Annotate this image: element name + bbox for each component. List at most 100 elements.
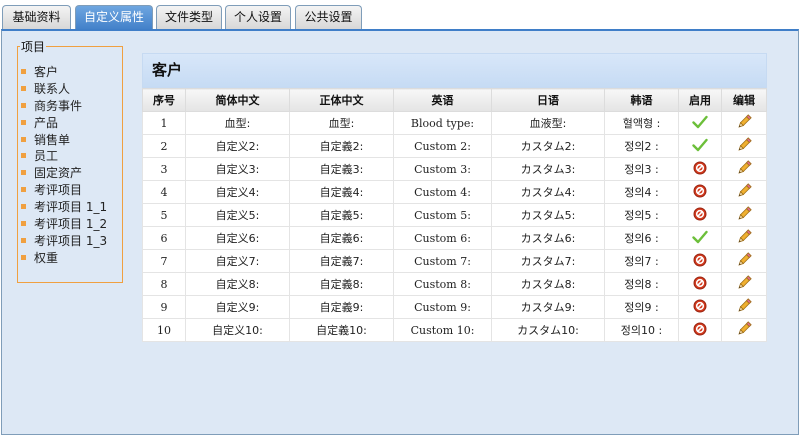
tab-public-settings[interactable]: 公共设置 <box>295 5 362 30</box>
cell-traditional-chinese: 自定義2: <box>289 134 394 158</box>
cell-traditional-chinese: 血型: <box>289 111 394 135</box>
cell-edit <box>721 226 767 250</box>
cell-traditional-chinese: 自定義4: <box>289 180 394 204</box>
col-header-english: 英语 <box>393 88 492 112</box>
pencil-icon[interactable] <box>736 297 752 317</box>
cell-korean: 정의10 : <box>604 318 679 342</box>
cell-no: 9 <box>142 295 186 319</box>
bullet-icon <box>21 237 26 243</box>
pencil-icon[interactable] <box>736 159 752 179</box>
cell-edit <box>721 180 767 204</box>
bullet-icon <box>21 204 26 210</box>
pencil-icon[interactable] <box>736 274 752 294</box>
cell-korean: 정의9 : <box>604 295 679 319</box>
pencil-icon[interactable] <box>736 182 752 202</box>
cell-english: Custom 4: <box>393 180 492 204</box>
nav-item[interactable]: 员工 <box>18 147 122 164</box>
page-title: 客户 <box>142 53 767 88</box>
cell-korean: 정의2 : <box>604 134 679 158</box>
cell-edit <box>721 203 767 227</box>
bullet-icon <box>21 85 26 91</box>
nav-item[interactable]: 固定资产 <box>18 164 122 181</box>
table-row: 5 自定义5: 自定義5: Custom 5: カスタム5: 정의5 : <box>142 203 767 227</box>
cell-enabled <box>678 157 722 181</box>
disabled-icon[interactable] <box>693 161 707 178</box>
cell-traditional-chinese: 自定義3: <box>289 157 394 181</box>
cell-enabled <box>678 272 722 296</box>
tab-file-types[interactable]: 文件类型 <box>156 5 222 30</box>
tab-personal-settings[interactable]: 个人设置 <box>225 5 291 30</box>
pencil-icon[interactable] <box>736 113 752 133</box>
nav-item[interactable]: 考评项目 1_2 <box>18 215 122 232</box>
pencil-icon[interactable] <box>736 251 752 271</box>
bullet-icon <box>21 220 26 226</box>
bullet-icon <box>21 136 26 142</box>
tab-custom-attributes[interactable]: 自定义属性 <box>75 5 153 31</box>
cell-japanese: カスタム3: <box>491 157 605 181</box>
project-nav: 项目 客户 联系人 商务事件 产品 销售单 员工 固定资产 考评项目 考评项目 1_1 考评项目 … <box>17 38 123 283</box>
cell-korean: 정의7 : <box>604 249 679 273</box>
nav-item[interactable]: 联系人 <box>18 80 122 97</box>
nav-item-label: 商务事件 <box>34 98 83 113</box>
cell-korean: 정의3 : <box>604 157 679 181</box>
cell-enabled <box>678 111 722 135</box>
main-panel: 项目 客户 联系人 商务事件 产品 销售单 员工 固定资产 考评项目 考评项目 1_1 考评项目 … <box>1 29 799 435</box>
table-row: 2 自定义2: 自定義2: Custom 2: カスタム2: 정의2 : <box>142 134 767 158</box>
nav-item[interactable]: 销售单 <box>18 131 122 148</box>
nav-item[interactable]: 商务事件 <box>18 97 122 114</box>
disabled-icon[interactable] <box>693 322 707 339</box>
disabled-icon[interactable] <box>693 299 707 316</box>
col-header-enabled: 启用 <box>678 88 722 112</box>
cell-no: 10 <box>142 318 186 342</box>
tab-basic-data[interactable]: 基础资料 <box>2 5 71 30</box>
pencil-icon[interactable] <box>736 136 752 156</box>
project-nav-legend: 项目 <box>21 40 46 54</box>
check-icon[interactable] <box>692 230 708 247</box>
tab-bar: 基础资料 自定义属性 文件类型 个人设置 公共设置 <box>0 0 800 31</box>
bullet-icon <box>21 170 26 176</box>
cell-simplified-chinese: 自定义9: <box>185 295 290 319</box>
cell-korean: 정의5 : <box>604 203 679 227</box>
table-row: 6 自定义6: 自定義6: Custom 6: カスタム6: 정의6 : <box>142 226 767 250</box>
pencil-icon[interactable] <box>736 320 752 340</box>
table-row: 1 血型: 血型: Blood type: 血液型: 혈액형 : <box>142 111 767 135</box>
cell-japanese: カスタム5: <box>491 203 605 227</box>
col-header-no: 序号 <box>142 88 186 112</box>
cell-edit <box>721 318 767 342</box>
cell-simplified-chinese: 自定义2: <box>185 134 290 158</box>
cell-english: Custom 3: <box>393 157 492 181</box>
table-header-row: 序号 简体中文 正体中文 英语 日语 韩语 启用 编辑 <box>142 88 767 112</box>
cell-english: Custom 9: <box>393 295 492 319</box>
nav-item[interactable]: 权重 <box>18 249 122 266</box>
cell-edit <box>721 111 767 135</box>
disabled-icon[interactable] <box>693 253 707 270</box>
nav-item-label: 权重 <box>34 250 59 265</box>
cell-enabled <box>678 249 722 273</box>
nav-item[interactable]: 考评项目 1_3 <box>18 232 122 249</box>
cell-no: 2 <box>142 134 186 158</box>
nav-item-label: 产品 <box>34 115 59 130</box>
nav-item[interactable]: 产品 <box>18 114 122 131</box>
cell-enabled <box>678 180 722 204</box>
cell-korean: 정의8 : <box>604 272 679 296</box>
cell-japanese: カスタム2: <box>491 134 605 158</box>
check-icon[interactable] <box>692 138 708 155</box>
pencil-icon[interactable] <box>736 228 752 248</box>
check-icon[interactable] <box>692 115 708 132</box>
nav-item[interactable]: 考评项目 1_1 <box>18 198 122 215</box>
pencil-icon[interactable] <box>736 205 752 225</box>
nav-item[interactable]: 客户 <box>18 63 122 80</box>
cell-no: 1 <box>142 111 186 135</box>
cell-traditional-chinese: 自定義9: <box>289 295 394 319</box>
disabled-icon[interactable] <box>693 207 707 224</box>
nav-item[interactable]: 考评项目 <box>18 181 122 198</box>
cell-korean: 혈액형 : <box>604 111 679 135</box>
cell-no: 8 <box>142 272 186 296</box>
cell-english: Custom 5: <box>393 203 492 227</box>
disabled-icon[interactable] <box>693 184 707 201</box>
disabled-icon[interactable] <box>693 276 707 293</box>
table-row: 4 自定义4: 自定義4: Custom 4: カスタム4: 정의4 : <box>142 180 767 204</box>
cell-enabled <box>678 295 722 319</box>
nav-item-label: 考评项目 <box>34 183 83 198</box>
cell-simplified-chinese: 自定义8: <box>185 272 290 296</box>
